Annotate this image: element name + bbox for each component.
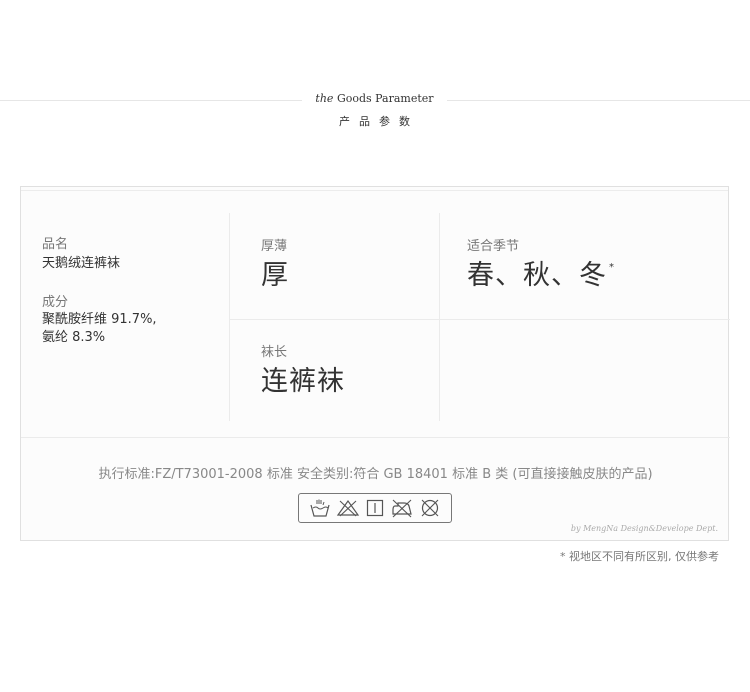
header-line-right — [447, 100, 750, 101]
composition-line-2: 氨纶 8.3% — [42, 330, 106, 345]
no-iron-icon — [392, 499, 412, 518]
standard-text: 执行标准:FZ/T73001-2008 标准 安全类别:符合 GB 18401 … — [98, 467, 653, 482]
design-credit: by MengNa Design&Develope Dept. — [570, 524, 718, 533]
divider-h-mid — [229, 319, 730, 320]
divider-v1 — [229, 213, 230, 421]
season-footnote-mark: * — [609, 262, 615, 273]
season-value: 春、秋、冬 * — [467, 253, 615, 292]
product-name-label: 品名 — [42, 237, 69, 252]
length-value: 连裤袜 — [261, 366, 345, 397]
product-name-value: 天鹅绒连裤袜 — [42, 256, 121, 271]
hand-wash-icon — [310, 499, 330, 517]
footnote: * 视地区不同有所区别, 仅供参考 — [560, 550, 719, 563]
thickness-label: 厚薄 — [261, 239, 288, 254]
thickness-value: 厚 — [261, 260, 289, 291]
section-title-en: the Goods Parameter — [302, 92, 447, 105]
divider-v2 — [439, 213, 440, 421]
composition-label: 成分 — [42, 295, 69, 310]
care-symbols — [298, 493, 452, 523]
season-label: 适合季节 — [467, 239, 520, 254]
parameter-panel: 品名 天鹅绒连裤袜 成分 聚酰胺纤维 91.7%, 氨纶 8.3% 厚薄 厚 袜… — [20, 186, 730, 541]
section-title-prefix: the — [315, 92, 334, 105]
divider-h-bottom — [21, 437, 730, 438]
no-dry-clean-icon — [421, 499, 439, 517]
composition-line-1: 聚酰胺纤维 91.7%, — [42, 312, 157, 327]
header-line-left — [0, 100, 302, 101]
drip-dry-icon — [366, 499, 384, 517]
no-bleach-icon — [336, 499, 360, 517]
length-label: 袜长 — [261, 345, 288, 360]
season-value-text: 春、秋、冬 — [467, 260, 607, 291]
section-title-main: Goods Parameter — [336, 92, 434, 105]
section-title-cn: 产品参数 — [339, 115, 419, 128]
panel-top-rule — [21, 190, 728, 191]
